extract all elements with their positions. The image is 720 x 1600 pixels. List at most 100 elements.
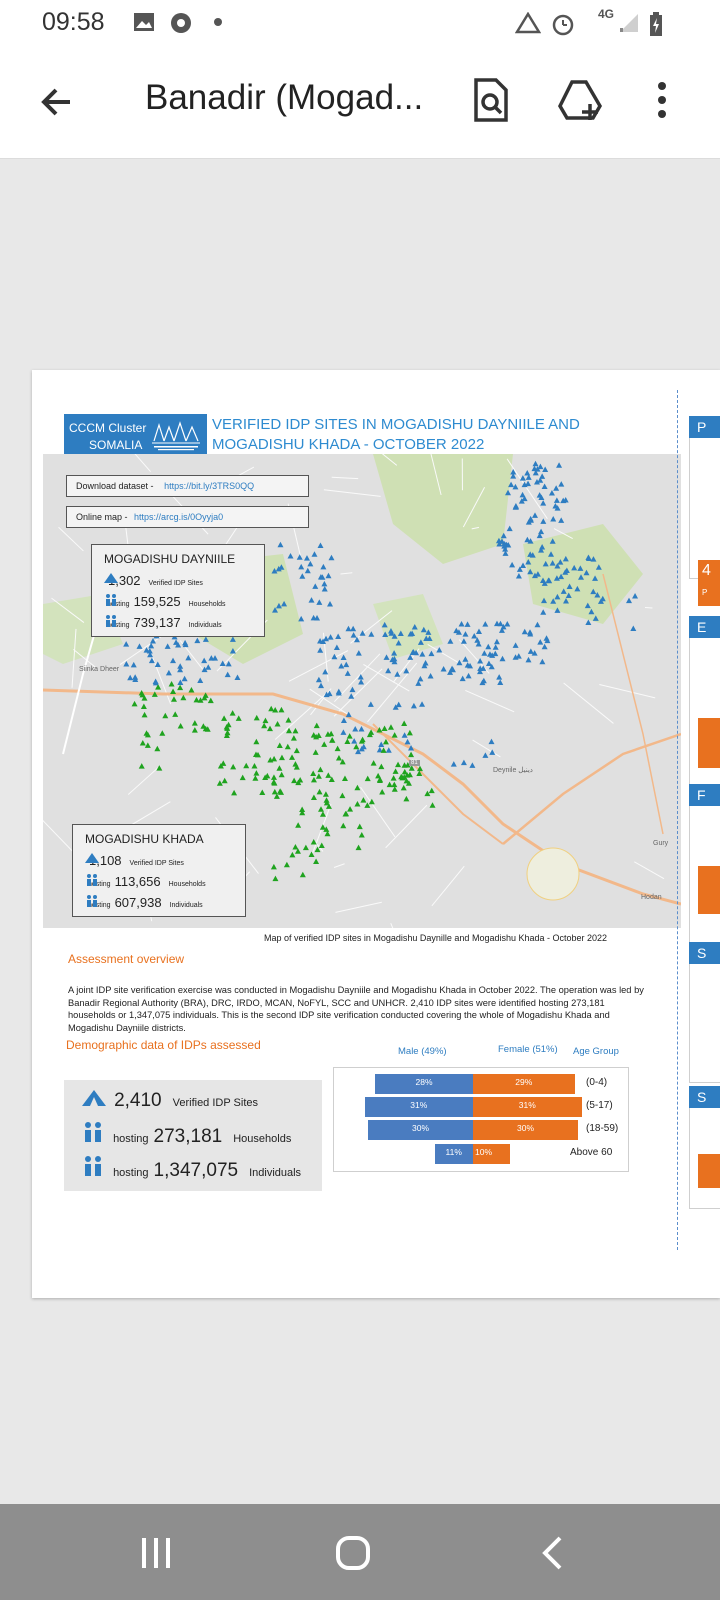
- female-bar: 31%: [473, 1097, 582, 1117]
- family-icon: [106, 594, 116, 606]
- side-section-tab: F: [689, 784, 720, 806]
- search-document-icon[interactable]: [470, 78, 514, 122]
- khada-title: MOGADISHU KHADA: [85, 832, 204, 846]
- status-bar: 09:58 4G: [0, 0, 720, 46]
- side-section-panel: [689, 964, 720, 1083]
- document-title: Banadir (Mogad...: [145, 78, 424, 117]
- male-bar: 31%: [364, 1097, 473, 1117]
- individuals-label: Individuals: [169, 902, 203, 909]
- idp-sites-map: Siinka Dheer Deynile دينيل Gury Hodan 81…: [43, 454, 681, 928]
- data-saver-icon: [515, 12, 541, 34]
- add-to-drive-icon[interactable]: [558, 78, 602, 122]
- side-orange-block: [698, 718, 720, 768]
- khada-individuals-value: 607,938: [114, 895, 162, 910]
- total-sites-label: Verified IDP Sites: [172, 1097, 259, 1109]
- dayniile-individuals-row: hosting 739,137 Individuals: [104, 615, 222, 630]
- recent-apps-icon[interactable]: [140, 1536, 174, 1570]
- online-map-label: Online map -: [76, 512, 128, 522]
- back-nav-icon[interactable]: [540, 1535, 564, 1571]
- download-dataset-box: Download dataset - https://bit.ly/3TRS0Q…: [66, 475, 309, 497]
- female-bar: 10%: [473, 1144, 510, 1164]
- total-sites-value: 2,410: [114, 1090, 162, 1111]
- map-place-label: Deynile دينيل: [493, 767, 533, 774]
- report-title: VERIFIED IDP SITES IN MOGADISHU DAYNIILE…: [212, 416, 580, 453]
- assessment-text: A joint IDP site verification exercise w…: [68, 985, 644, 1033]
- family-icon: [106, 615, 116, 627]
- hosting-label: hosting: [113, 1167, 149, 1179]
- logo-line-2: SOMALIA: [89, 438, 143, 452]
- dayniile-individuals-value: 739,137: [133, 615, 181, 630]
- camp-tent-icon: [82, 1090, 106, 1106]
- chrome-icon: [171, 13, 191, 33]
- side-section-tab: E: [689, 616, 720, 638]
- male-bar: 28%: [375, 1074, 473, 1094]
- camp-emblem-icon: [152, 421, 200, 451]
- side-orange-block: [698, 866, 720, 914]
- side-orange-block: 4 P: [698, 560, 720, 606]
- dot-icon: [214, 18, 222, 26]
- download-dataset-link[interactable]: https://bit.ly/3TRS0QQ: [164, 481, 254, 491]
- age-group-label: Above 60: [570, 1147, 613, 1158]
- age-group-label: (18-59): [586, 1123, 619, 1134]
- more-vert-icon[interactable]: [640, 78, 684, 122]
- camp-tent-icon: [104, 573, 118, 583]
- pyramid-female-header: Female (51%): [498, 1044, 558, 1055]
- document-page[interactable]: CCCM Cluster SOMALIA VERIFIED IDP SITES …: [32, 370, 720, 1298]
- logo-line-1: CCCM Cluster: [69, 421, 147, 435]
- dayniile-households-row: hosting 159,525 Households: [104, 594, 226, 609]
- khada-individuals-row: hosting 607,938 Individuals: [85, 895, 203, 910]
- side-section-panel: [689, 438, 720, 579]
- total-individuals-row: hosting 1,347,075 Individuals: [82, 1156, 301, 1182]
- dayniile-households-value: 159,525: [133, 594, 181, 609]
- home-icon[interactable]: [335, 1535, 371, 1571]
- total-households-label: Households: [233, 1133, 292, 1145]
- camp-tent-icon: [85, 853, 99, 863]
- family-icon: [87, 874, 97, 886]
- family-icon: [87, 895, 97, 907]
- demographic-heading: Demographic data of IDPs assessed: [66, 1038, 261, 1052]
- side-section-tab: S: [689, 942, 720, 964]
- dayniile-sites-label: Verified IDP Sites: [148, 580, 203, 587]
- side-orange-label: P: [702, 588, 708, 597]
- age-group-label: (0-4): [586, 1077, 608, 1088]
- map-caption: Map of verified IDP sites in Mogadishu D…: [264, 933, 608, 943]
- alarm-icon: [552, 14, 574, 36]
- total-individuals-value: 1,347,075: [153, 1160, 239, 1181]
- map-stadium: [526, 847, 580, 901]
- age-group-label: (5-17): [586, 1100, 613, 1111]
- status-time: 09:58: [42, 8, 105, 36]
- battery-charging-icon: [650, 12, 662, 36]
- population-pyramid-chart: 28% 29% (0-4) 31% 31% (5-17) 30% 30% (18-59) 11% 1…: [333, 1067, 629, 1172]
- side-section-tab: P: [689, 416, 720, 438]
- female-bar: 30%: [473, 1120, 578, 1140]
- khada-sites-label: Verified IDP Sites: [129, 860, 184, 867]
- cccm-logo: CCCM Cluster SOMALIA: [64, 414, 207, 456]
- family-icon: [85, 1122, 101, 1142]
- map-place-label: Gury: [653, 840, 669, 847]
- back-arrow-icon[interactable]: [36, 82, 76, 122]
- khada-sites-row: 1,108 Verified IDP Sites: [85, 853, 184, 868]
- map-place-label: Hodan: [641, 894, 662, 901]
- pyramid-male-header: Male (49%): [398, 1046, 447, 1057]
- total-households-value: 273,181: [153, 1126, 223, 1147]
- individuals-label: Individuals: [188, 622, 222, 629]
- map-place-label: Siinka Dheer: [79, 666, 120, 673]
- total-households-row: hosting 273,181 Households: [82, 1122, 291, 1148]
- khada-stats-box: MOGADISHU KHADA 1,108 Verified IDP Sites …: [72, 824, 246, 917]
- households-label: Households: [188, 601, 226, 608]
- totals-box: 2,410 Verified IDP Sites hosting 273,181 Ho…: [64, 1080, 322, 1191]
- dayniile-sites-row: 1,302 Verified IDP Sites: [104, 573, 203, 588]
- page-divider: [677, 390, 678, 1250]
- system-nav-bar: [0, 1504, 720, 1600]
- khada-households-row: hosting 113,656 Households: [85, 874, 206, 889]
- male-bar: 11%: [434, 1144, 473, 1164]
- khada-households-value: 113,656: [114, 874, 161, 889]
- network-type-label: 4G: [598, 7, 615, 21]
- online-map-box: Online map - https://arcg.is/0Oyyja0: [66, 506, 309, 528]
- hosting-label: hosting: [113, 1133, 149, 1145]
- app-bar: Banadir (Mogad...: [0, 46, 720, 159]
- online-map-link[interactable]: https://arcg.is/0Oyyja0: [134, 512, 223, 522]
- dayniile-stats-box: MOGADISHU DAYNIILE 1,302 Verified IDP Sit…: [91, 544, 265, 637]
- side-orange-block: [698, 1154, 720, 1188]
- side-section-tab: S: [689, 1086, 720, 1108]
